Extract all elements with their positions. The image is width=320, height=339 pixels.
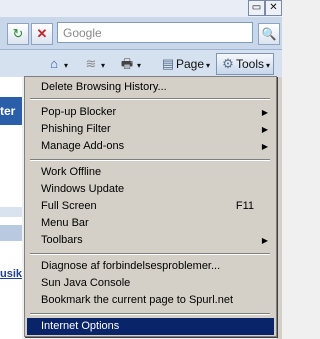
search-button[interactable]: 🔍 — [258, 23, 280, 45]
window-edge — [277, 77, 282, 339]
close-window-button[interactable]: ✕ — [265, 0, 282, 16]
chevron-down-icon: ▾ — [206, 61, 211, 70]
printer-icon: 🖶 — [120, 56, 134, 71]
page-header-fragment: ter — [0, 97, 22, 125]
search-placeholder: Google — [63, 26, 102, 40]
page-band — [0, 207, 22, 217]
refresh-button[interactable]: ↻ — [7, 23, 29, 45]
print-button[interactable]: 🖶 ▾ — [119, 54, 141, 74]
shortcut-label: F11 — [235, 200, 254, 212]
submenu-arrow-icon: ▶ — [261, 142, 268, 151]
submenu-arrow-icon: ▶ — [261, 236, 268, 245]
page-label: Page — [176, 57, 205, 71]
menu-item-sun-java-console[interactable]: Sun Java Console — [27, 275, 274, 292]
background-page: ter usik — [0, 77, 22, 339]
home-icon: ⌂ — [50, 56, 58, 71]
tools-menu-button[interactable]: ⚙ Tools ▾ — [216, 53, 275, 75]
feeds-button[interactable]: ≋ ▾ — [83, 54, 105, 74]
page-band — [0, 225, 22, 241]
submenu-arrow-icon: ▶ — [261, 125, 268, 134]
restore-button[interactable]: ▭ — [248, 0, 265, 16]
search-input[interactable]: Google — [57, 22, 253, 43]
menu-separator — [30, 313, 270, 315]
menu-separator — [30, 98, 270, 100]
menu-item-label: Windows Update — [41, 183, 125, 195]
tools-label: Tools — [236, 57, 265, 71]
stop-button[interactable]: ✕ — [31, 23, 53, 45]
search-icon: 🔍 — [261, 27, 277, 41]
command-bar: ⌂ ▾ ≋ ▾ 🖶 ▾ ▤ Page ▾ ⚙ Tools ▾ — [0, 50, 282, 77]
feeds-icon: ≋ — [85, 56, 97, 71]
title-bar: ▭ ✕ — [0, 0, 282, 17]
menu-item-label: Menu Bar — [41, 217, 89, 229]
menu-item-toolbars[interactable]: Toolbars ▶ — [27, 232, 274, 249]
menu-item-label: Bookmark the current page to Spurl.net — [41, 294, 233, 306]
menu-item-full-screen[interactable]: Full Screen F11 — [27, 198, 274, 215]
stop-icon: ✕ — [36, 26, 48, 41]
menu-item-diagnose-connection[interactable]: Diagnose af forbindelsesproblemer... — [27, 258, 274, 275]
menu-item-bookmark-spurl[interactable]: Bookmark the current page to Spurl.net — [27, 292, 274, 309]
menu-item-phishing-filter[interactable]: Phishing Filter ▶ — [27, 121, 274, 138]
menu-separator — [30, 159, 270, 161]
menu-item-label: Sun Java Console — [41, 277, 131, 289]
chevron-down-icon: ▾ — [266, 61, 271, 70]
page-icon: ▤ — [161, 56, 175, 71]
menu-item-label: Delete Browsing History... — [41, 81, 167, 93]
menu-item-label: Toolbars — [41, 234, 83, 246]
page-link-fragment[interactable]: usik — [0, 267, 22, 281]
menu-item-delete-browsing-history[interactable]: Delete Browsing History... — [27, 79, 274, 96]
chevron-down-icon: ▾ — [137, 61, 142, 70]
gear-icon: ⚙ — [222, 56, 234, 71]
menu-separator — [30, 253, 270, 255]
menu-item-label: Internet Options — [41, 320, 120, 332]
chevron-down-icon: ▾ — [64, 61, 69, 70]
menu-item-windows-update[interactable]: Windows Update — [27, 181, 274, 198]
menu-item-label: Pop-up Blocker — [41, 106, 117, 118]
menu-item-manage-addons[interactable]: Manage Add-ons ▶ — [27, 138, 274, 155]
navigation-bar: ↻ ✕ Google 🔍 — [0, 17, 282, 50]
home-button[interactable]: ⌂ ▾ — [46, 54, 68, 74]
refresh-icon: ↻ — [12, 26, 24, 41]
tools-dropdown-menu: Delete Browsing History... Pop-up Blocke… — [24, 76, 277, 337]
chevron-down-icon: ▾ — [101, 61, 106, 70]
menu-item-label: Work Offline — [41, 166, 102, 178]
menu-item-label: Phishing Filter — [41, 123, 111, 135]
close-icon: ✕ — [269, 2, 278, 13]
menu-item-label: Full Screen — [41, 200, 97, 212]
menu-item-popup-blocker[interactable]: Pop-up Blocker ▶ — [27, 104, 274, 121]
menu-item-label: Manage Add-ons — [41, 140, 125, 152]
menu-item-label: Diagnose af forbindelsesproblemer... — [41, 260, 221, 272]
submenu-arrow-icon: ▶ — [261, 108, 268, 117]
page-menu-button[interactable]: ▤ Page ▾ — [160, 54, 210, 74]
restore-icon: ▭ — [251, 2, 262, 13]
menu-item-menu-bar[interactable]: Menu Bar — [27, 215, 274, 232]
menu-item-internet-options[interactable]: Internet Options — [27, 318, 274, 335]
menu-item-work-offline[interactable]: Work Offline — [27, 164, 274, 181]
